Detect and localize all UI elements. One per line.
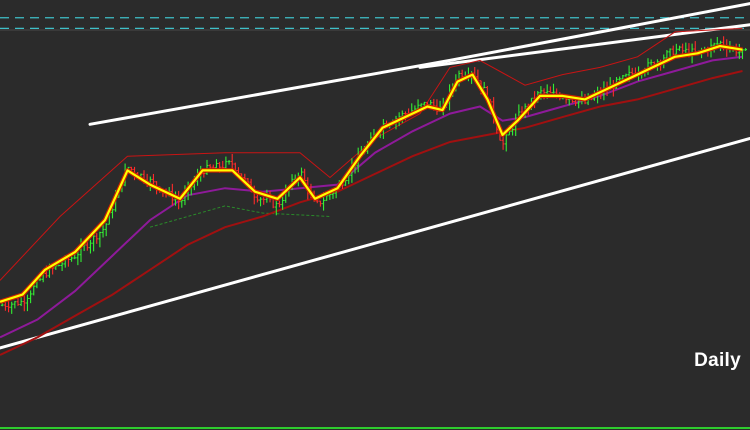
price-bar	[98, 231, 102, 248]
envelope-low-line	[149, 205, 331, 228]
timeframe-label: Daily	[694, 350, 741, 371]
envelope-lines	[0, 27, 743, 281]
price-bar	[319, 200, 322, 207]
price-bar	[85, 242, 89, 251]
price-bar	[19, 297, 23, 307]
price-bar	[678, 45, 681, 51]
price-bar	[230, 153, 234, 169]
price-bar	[215, 159, 218, 169]
price-bar	[95, 233, 99, 244]
price-bar	[26, 294, 29, 312]
price-chart[interactable]	[0, 0, 750, 430]
price-bar	[649, 59, 653, 66]
price-bar	[274, 198, 278, 216]
price-bar	[429, 99, 433, 106]
price-bar	[13, 301, 17, 309]
price-bar	[552, 83, 555, 94]
price-bar	[104, 223, 108, 237]
upper-trend-2-line[interactable]	[418, 23, 750, 69]
trend-lines[interactable]	[0, 2, 750, 350]
price-bar	[259, 197, 262, 207]
price-bar	[57, 264, 61, 267]
price-bar	[10, 301, 14, 314]
price-bar	[152, 173, 155, 185]
chart-area[interactable]: Daily	[0, 0, 750, 430]
price-bar	[671, 45, 675, 56]
price-bar	[744, 48, 748, 51]
price-bar	[624, 73, 628, 77]
price-bar	[278, 200, 281, 208]
price-bar	[482, 81, 486, 89]
price-bar	[89, 239, 92, 254]
envelope-high-line	[0, 27, 743, 281]
price-bar	[211, 164, 215, 169]
level-lines	[0, 17, 750, 29]
price-bar	[29, 290, 32, 304]
price-bar	[227, 160, 231, 165]
ma-slow-line	[0, 70, 743, 356]
price-bar	[548, 86, 552, 93]
price-bar	[262, 197, 266, 205]
